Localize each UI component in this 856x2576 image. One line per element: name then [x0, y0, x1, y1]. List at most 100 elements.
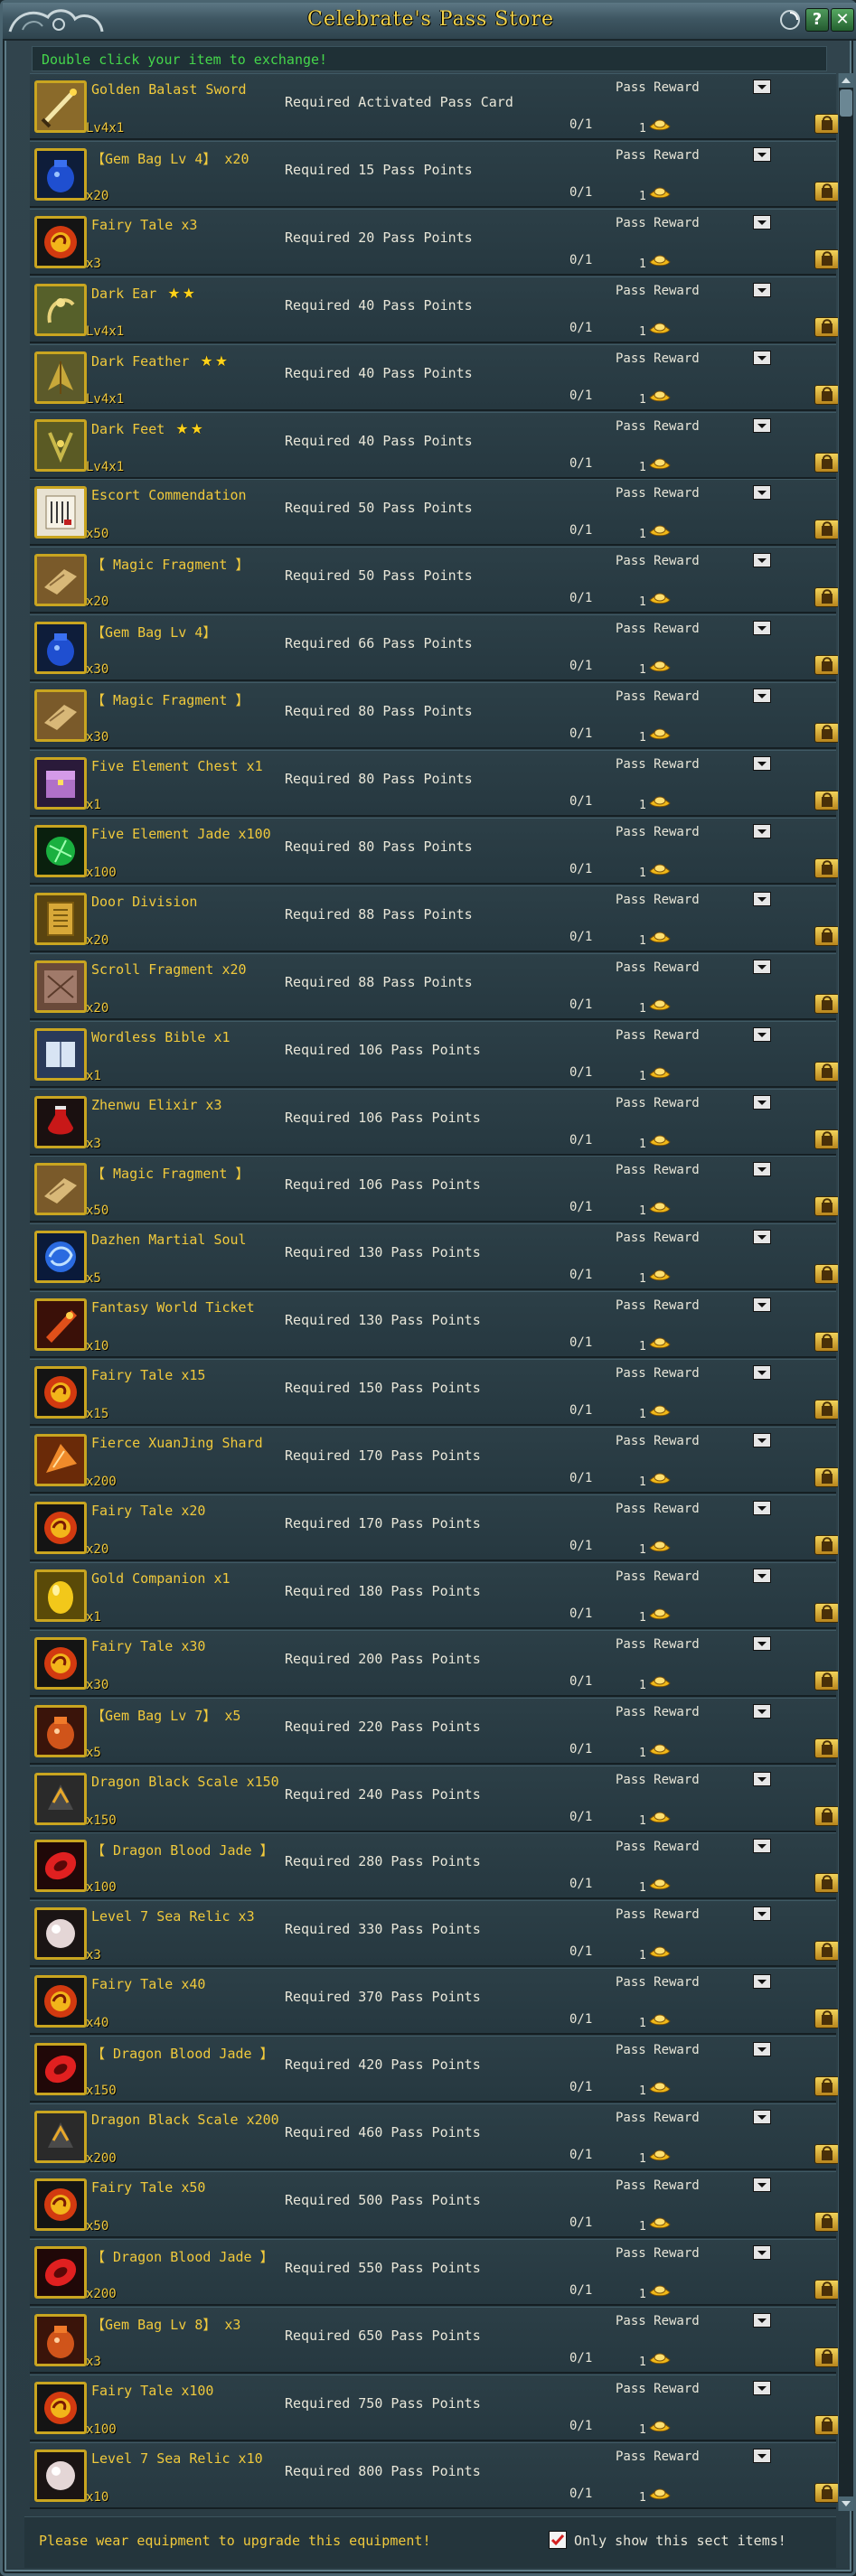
- store-item-row[interactable]: 【 Dragon Blood Jade 】 x100 Required 280 Pa…: [30, 1832, 840, 1900]
- store-item-row[interactable]: Escort Commendation x50 Required 50 Pass P…: [30, 479, 840, 547]
- reward-dropdown-button[interactable]: [753, 1433, 771, 1447]
- store-item-row[interactable]: Zhenwu Elixir x3 x3 Required 106 Pass Poin…: [30, 1088, 840, 1156]
- exchange-button[interactable]: [814, 2009, 840, 2029]
- reward-dropdown-button[interactable]: [753, 1230, 771, 1245]
- exchange-button[interactable]: [814, 723, 840, 744]
- store-item-row[interactable]: Five Element Jade x100 x100 Required 80 Pa…: [30, 817, 840, 885]
- store-item-row[interactable]: 【 Magic Fragment 】 x20 Required 50 Pass Po…: [30, 547, 840, 614]
- reward-dropdown-button[interactable]: [753, 146, 771, 162]
- scroll-down-button[interactable]: [839, 2496, 853, 2511]
- exchange-button[interactable]: [814, 2076, 840, 2097]
- reward-dropdown-button[interactable]: [753, 2042, 771, 2057]
- exchange-button[interactable]: [814, 248, 840, 269]
- reward-dropdown-button[interactable]: [753, 959, 771, 974]
- exchange-button[interactable]: [814, 925, 840, 946]
- exchange-button[interactable]: [814, 1738, 840, 1758]
- exchange-button[interactable]: [814, 2414, 840, 2435]
- reward-dropdown-button[interactable]: [753, 1500, 771, 1515]
- reward-dropdown-button[interactable]: [753, 756, 771, 771]
- help-button[interactable]: ?: [805, 8, 829, 32]
- exchange-button[interactable]: [814, 181, 840, 201]
- exchange-button[interactable]: [814, 587, 840, 608]
- reward-dropdown-button[interactable]: [753, 1635, 771, 1651]
- exchange-button[interactable]: [814, 1061, 840, 1082]
- exchange-button[interactable]: [814, 1941, 840, 1962]
- exchange-button[interactable]: [814, 1400, 840, 1420]
- store-item-row[interactable]: Dazhen Martial Soul x5 Required 130 Pass P…: [30, 1223, 840, 1291]
- exchange-button[interactable]: [814, 2279, 840, 2300]
- reward-dropdown-button[interactable]: [753, 2380, 771, 2395]
- exchange-button[interactable]: [814, 1534, 840, 1555]
- reward-dropdown-button[interactable]: [753, 350, 771, 365]
- reward-dropdown-button[interactable]: [753, 1297, 771, 1313]
- reward-dropdown-button[interactable]: [753, 1568, 771, 1583]
- store-item-row[interactable]: Dark Ear ★★ Lv4x1 Required 40 Pass Points 0/…: [30, 276, 840, 343]
- store-item-row[interactable]: Level 7 Sea Relic x3 x3 Required 330 Pass …: [30, 1900, 840, 1968]
- store-item-row[interactable]: Golden Balast Sword Lv4x1 Required Activat…: [30, 73, 840, 140]
- exchange-button[interactable]: [814, 384, 840, 405]
- exchange-button[interactable]: [814, 2482, 840, 2503]
- store-item-row[interactable]: 【 Magic Fragment 】 x50 Required 106 Pass P…: [30, 1156, 840, 1223]
- reward-dropdown-button[interactable]: [753, 1974, 771, 1990]
- scroll-thumb[interactable]: [840, 89, 852, 117]
- exchange-button[interactable]: [814, 857, 840, 878]
- reward-dropdown-button[interactable]: [753, 1026, 771, 1042]
- exchange-button[interactable]: [814, 993, 840, 1014]
- store-item-row[interactable]: 【 Dragon Blood Jade 】 x200 Required 550 Pa…: [30, 2238, 840, 2306]
- store-item-row[interactable]: Dark Feet ★★ Lv4x1 Required 40 Pass Points 0…: [30, 411, 840, 479]
- exchange-button[interactable]: [814, 791, 840, 810]
- store-item-row[interactable]: Door Division x20 Required 88 Pass Points 0…: [30, 885, 840, 952]
- reward-dropdown-button[interactable]: [753, 1365, 771, 1381]
- store-item-row[interactable]: Fairy Tale x40 x40 Required 370 Pass Point…: [30, 1968, 840, 2036]
- exchange-button[interactable]: [814, 520, 840, 540]
- reward-dropdown-button[interactable]: [753, 282, 771, 297]
- reward-dropdown-button[interactable]: [753, 891, 771, 906]
- exchange-button[interactable]: [814, 452, 840, 473]
- reward-dropdown-button[interactable]: [753, 417, 771, 433]
- reward-dropdown-button[interactable]: [753, 2110, 771, 2124]
- store-item-row[interactable]: Five Element Chest x1 x1 Required 80 Pass …: [30, 750, 840, 817]
- reward-dropdown-button[interactable]: [753, 621, 771, 636]
- reward-dropdown-button[interactable]: [753, 1771, 771, 1786]
- store-item-row[interactable]: Fairy Tale x20 x20 Required 170 Pass Point…: [30, 1494, 840, 1561]
- exchange-button[interactable]: [814, 2144, 840, 2164]
- reward-dropdown-button[interactable]: [753, 2448, 771, 2463]
- reward-dropdown-button[interactable]: [753, 2244, 771, 2260]
- reward-dropdown-button[interactable]: [753, 1906, 771, 1922]
- reward-dropdown-button[interactable]: [753, 214, 771, 229]
- exchange-button[interactable]: [814, 1264, 840, 1285]
- reward-dropdown-button[interactable]: [753, 553, 771, 568]
- store-item-row[interactable]: 【 Magic Fragment 】 x30 Required 80 Pass Po…: [30, 682, 840, 750]
- exchange-button[interactable]: [814, 1873, 840, 1894]
- reward-dropdown-button[interactable]: [753, 2312, 771, 2328]
- store-item-row[interactable]: Level 7 Sea Relic x10 x10 Required 800 Pas…: [30, 2441, 840, 2509]
- store-item-row[interactable]: Dragon Black Scale x200 x200 Required 460 …: [30, 2103, 840, 2170]
- reward-dropdown-button[interactable]: [753, 1162, 771, 1177]
- exchange-button[interactable]: [814, 1467, 840, 1487]
- sect-filter-checkbox[interactable]: [549, 2531, 567, 2549]
- exchange-button[interactable]: [814, 1602, 840, 1623]
- store-item-row[interactable]: 【Gem Bag Lv 4】 x30 Required 66 Pass Points…: [30, 614, 840, 682]
- store-item-row[interactable]: Fairy Tale x3 x3 Required 20 Pass Points 0/…: [30, 208, 840, 276]
- reward-dropdown-button[interactable]: [753, 1703, 771, 1719]
- exchange-button[interactable]: [814, 1196, 840, 1217]
- store-item-row[interactable]: Gold Companion x1 x1 Required 180 Pass Poi…: [30, 1561, 840, 1629]
- store-item-row[interactable]: Fairy Tale x15 x15 Required 150 Pass Point…: [30, 1359, 840, 1427]
- reward-dropdown-button[interactable]: [753, 1094, 771, 1110]
- store-item-row[interactable]: Dark Feather ★★ Lv4x1 Required 40 Pass Poin…: [30, 343, 840, 411]
- store-item-row[interactable]: Fairy Tale x50 x50 Required 500 Pass Point…: [30, 2170, 840, 2238]
- store-item-row[interactable]: 【Gem Bag Lv 4】 x20 x20 Required 15 Pass Po…: [30, 140, 840, 208]
- scroll-up-button[interactable]: [839, 73, 853, 88]
- exchange-button[interactable]: [814, 2211, 840, 2232]
- exchange-button[interactable]: [814, 1805, 840, 1826]
- store-item-row[interactable]: 【Gem Bag Lv 7】 x5 x5 Required 220 Pass Poi…: [30, 1697, 840, 1765]
- store-item-row[interactable]: 【 Dragon Blood Jade 】 x150 Required 420 Pa…: [30, 2036, 840, 2103]
- reward-dropdown-button[interactable]: [753, 823, 771, 838]
- store-item-row[interactable]: Wordless Bible x1 x1 Required 106 Pass Poi…: [30, 1020, 840, 1088]
- store-item-row[interactable]: Fantasy World Ticket x10 Required 130 Pass…: [30, 1291, 840, 1359]
- exchange-button[interactable]: [814, 1129, 840, 1149]
- exchange-button[interactable]: [814, 114, 840, 134]
- scrollbar[interactable]: [838, 73, 853, 2511]
- store-item-row[interactable]: 【Gem Bag Lv 8】 x3 x3 Required 650 Pass Poi…: [30, 2306, 840, 2374]
- exchange-button[interactable]: [814, 1332, 840, 1353]
